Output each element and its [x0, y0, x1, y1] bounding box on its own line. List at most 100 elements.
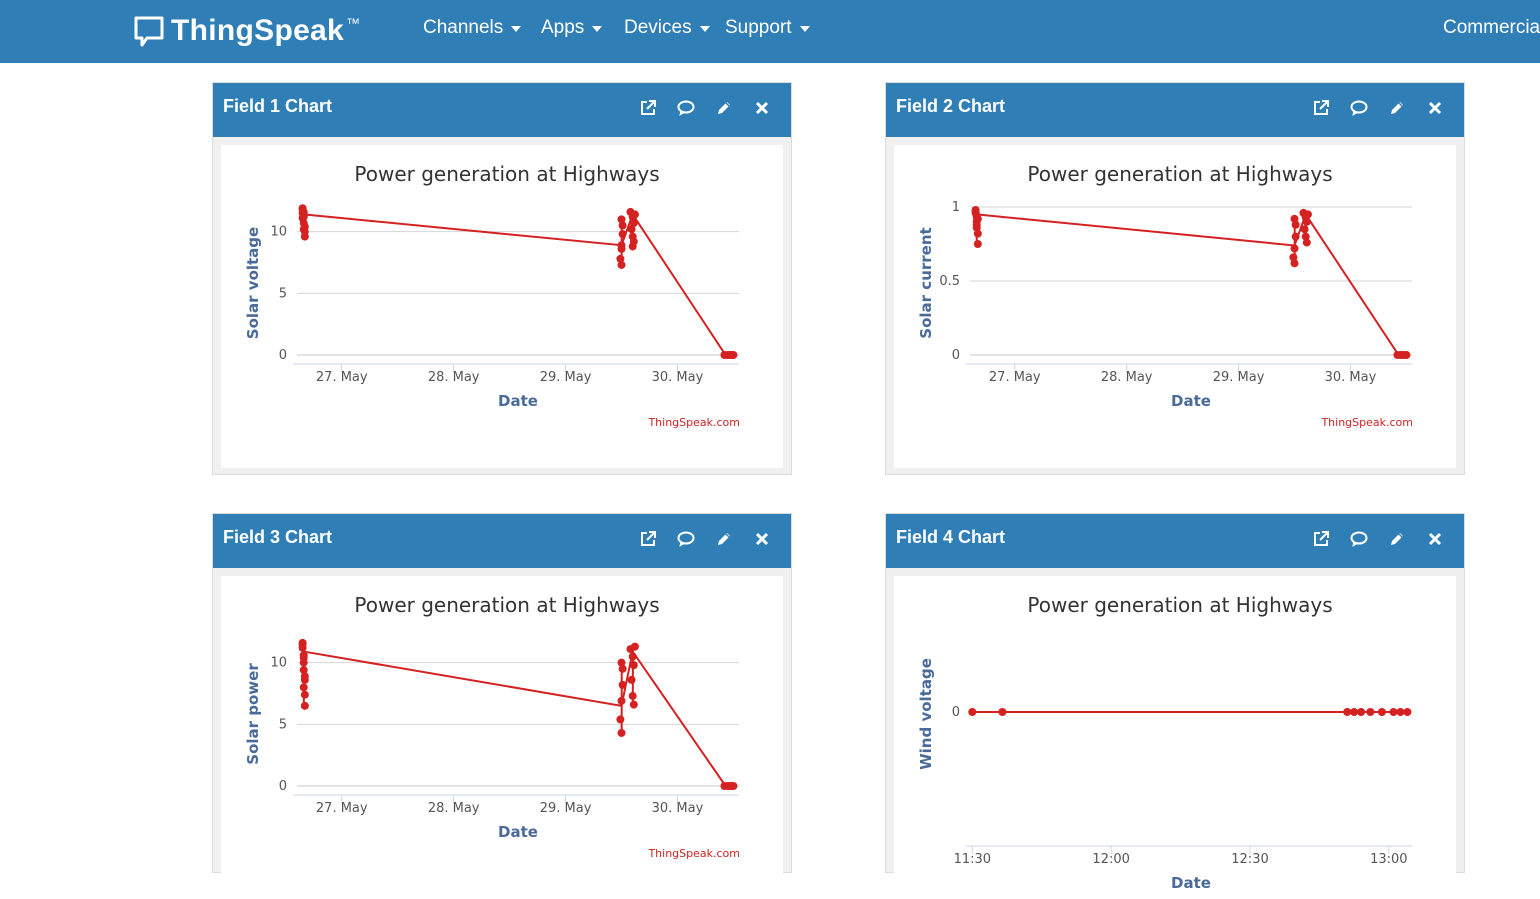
data-point[interactable] — [627, 225, 636, 234]
data-point[interactable] — [1357, 708, 1366, 716]
data-point[interactable] — [629, 700, 638, 709]
data-point[interactable] — [299, 211, 308, 220]
panel-title: Field 4 Chart — [896, 527, 1006, 547]
data-point[interactable] — [1291, 220, 1300, 229]
data-point[interactable] — [630, 642, 639, 651]
nav-devices-menu[interactable]: Devices — [624, 17, 710, 39]
external-link-icon[interactable] — [639, 530, 657, 548]
external-link-icon[interactable] — [639, 99, 657, 117]
data-point[interactable] — [629, 661, 638, 670]
external-link-icon[interactable] — [1312, 99, 1330, 117]
data-point[interactable] — [973, 229, 982, 238]
series-line — [976, 212, 1407, 356]
data-point[interactable] — [298, 640, 307, 649]
close-icon[interactable] — [753, 530, 771, 548]
data-point[interactable] — [616, 715, 625, 724]
data-point[interactable] — [1403, 708, 1412, 716]
data-point[interactable] — [1377, 708, 1386, 716]
data-point[interactable] — [618, 664, 627, 673]
chart-container: Power generation at Highways 0 11:30 12:00 1… — [894, 576, 1456, 899]
chart-credit-link[interactable]: ThingSpeak.com — [647, 416, 740, 429]
chart-credit-link[interactable]: ThingSpeak.com — [1320, 416, 1413, 429]
brand-trademark: ™ — [346, 15, 361, 31]
data-point[interactable] — [299, 653, 308, 662]
data-point[interactable] — [729, 782, 738, 790]
nav-devices-label: Devices — [624, 17, 692, 38]
external-link-icon[interactable] — [1312, 530, 1330, 548]
data-point[interactable] — [300, 232, 309, 241]
data-point[interactable] — [973, 214, 982, 223]
y-tick-label: 1 — [952, 200, 960, 215]
data-point[interactable] — [1366, 708, 1375, 716]
data-point[interactable] — [300, 672, 309, 681]
panel-header: Field 1 Chart — [213, 83, 791, 137]
chart-credit-link[interactable]: ThingSpeak.com — [647, 847, 740, 860]
nav-apps-menu[interactable]: Apps — [541, 17, 603, 39]
data-point[interactable] — [299, 683, 308, 692]
data-point[interactable] — [300, 690, 309, 699]
data-point[interactable] — [617, 260, 626, 269]
x-axis-label: Date — [1171, 874, 1211, 892]
y-tick-label: 5 — [279, 717, 287, 732]
close-icon[interactable] — [1426, 99, 1444, 117]
comment-icon[interactable] — [1350, 530, 1368, 548]
data-point[interactable] — [1389, 708, 1398, 716]
field-3-line-chart: Power generation at Highways 0 5 10 27. May 2… — [244, 593, 740, 860]
data-point[interactable] — [617, 696, 626, 705]
data-point[interactable] — [300, 222, 309, 231]
data-point[interactable] — [968, 708, 977, 716]
data-point[interactable] — [973, 240, 982, 248]
x-axis-label: Date — [498, 823, 538, 841]
comment-icon[interactable] — [1350, 99, 1368, 117]
thingspeak-logo[interactable]: ThingSpeak ™ — [133, 13, 360, 49]
data-point[interactable] — [1290, 244, 1299, 253]
data-point[interactable] — [998, 708, 1007, 716]
data-point[interactable] — [1396, 708, 1405, 716]
data-point[interactable] — [617, 241, 626, 250]
data-point[interactable] — [628, 242, 637, 251]
close-icon[interactable] — [1426, 530, 1444, 548]
close-icon[interactable] — [753, 99, 771, 117]
data-point[interactable] — [630, 210, 639, 219]
chart-container: Power generation at Highways 0 0.5 1 27. May… — [894, 145, 1456, 468]
data-point[interactable] — [628, 652, 637, 661]
nav-support-label: Support — [725, 17, 792, 38]
nav-commercial-label: Commercia — [1443, 17, 1540, 38]
data-point[interactable] — [618, 221, 627, 230]
comment-icon[interactable] — [677, 530, 695, 548]
data-point[interactable] — [1350, 708, 1359, 716]
data-point[interactable] — [1343, 708, 1352, 716]
y-tick-label: 0.5 — [939, 274, 960, 289]
data-point[interactable] — [1303, 210, 1312, 219]
caret-down-icon — [799, 26, 810, 32]
data-point[interactable] — [1302, 217, 1311, 226]
data-point[interactable] — [618, 680, 627, 689]
series-line — [303, 212, 734, 356]
chart-title: Power generation at Highways — [354, 593, 659, 617]
pencil-icon[interactable] — [715, 99, 733, 117]
data-point[interactable] — [1302, 238, 1311, 247]
pencil-icon[interactable] — [1388, 530, 1406, 548]
pencil-icon[interactable] — [1388, 99, 1406, 117]
x-tick-label: 28. May — [428, 370, 480, 385]
data-point[interactable] — [1300, 225, 1309, 234]
data-point[interactable] — [300, 701, 309, 710]
pencil-icon[interactable] — [715, 530, 733, 548]
nav-support-menu[interactable]: Support — [725, 17, 810, 39]
y-axis-label: Solar power — [244, 663, 262, 765]
data-point[interactable] — [1402, 351, 1411, 359]
nav-channels-label: Channels — [423, 17, 504, 38]
data-point[interactable] — [627, 675, 636, 684]
data-point[interactable] — [617, 728, 626, 737]
comment-icon[interactable] — [677, 99, 695, 117]
data-point[interactable] — [1291, 232, 1300, 241]
y-tick-label: 5 — [279, 286, 287, 301]
nav-commercial-link[interactable]: Commercia — [1443, 17, 1540, 39]
data-point[interactable] — [628, 691, 637, 700]
data-point[interactable] — [618, 230, 627, 239]
y-tick-label: 0 — [279, 348, 287, 363]
x-tick-label: 27. May — [989, 370, 1041, 385]
data-point[interactable] — [729, 351, 738, 359]
data-point[interactable] — [1290, 259, 1299, 268]
nav-channels-menu[interactable]: Channels — [423, 17, 522, 39]
